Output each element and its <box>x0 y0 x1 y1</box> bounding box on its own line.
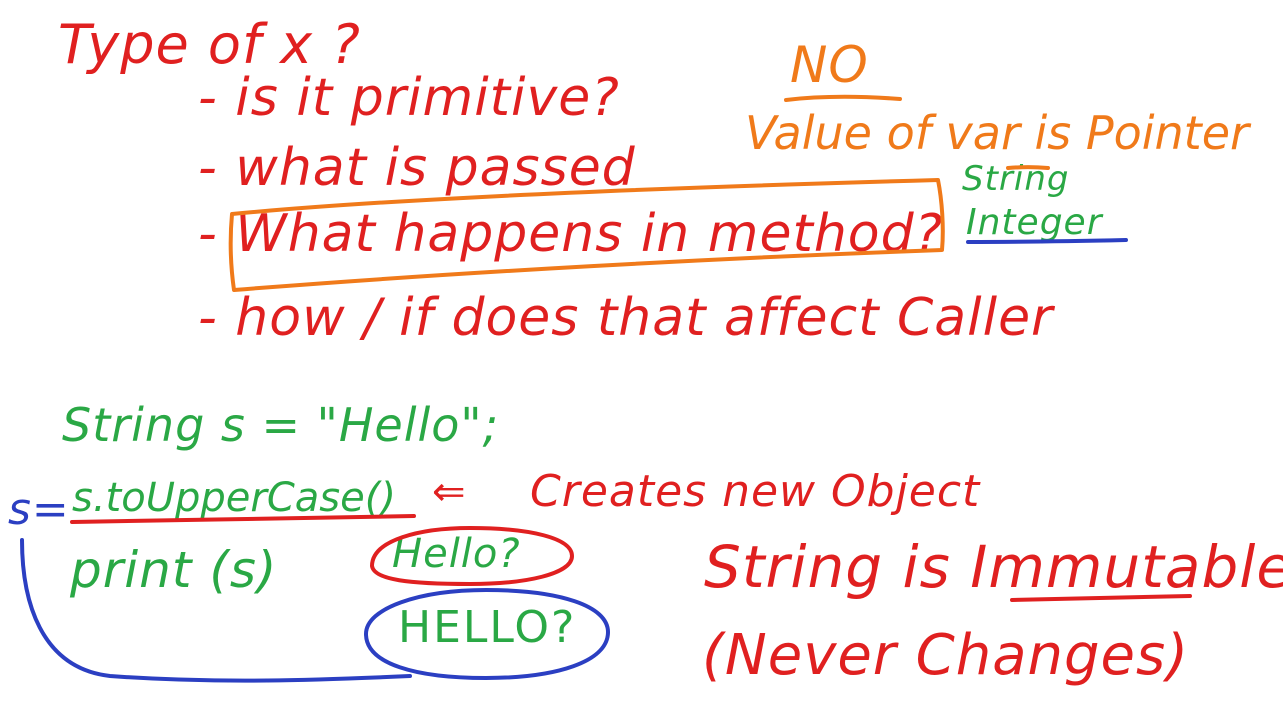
reassign-arc <box>20 538 412 683</box>
ellipse-hello <box>369 525 575 587</box>
whiteboard-canvas: Type of x ? - is it primitive? - what is… <box>0 0 1283 722</box>
underline-no <box>784 94 902 102</box>
underline-touppercase <box>70 514 416 524</box>
underline-immutable <box>1010 594 1192 602</box>
underline-is <box>1006 165 1050 170</box>
ellipse-hello-upper <box>363 587 611 681</box>
underline-integer <box>966 238 1128 244</box>
method-box <box>228 178 945 292</box>
pen-strokes <box>20 94 1192 683</box>
